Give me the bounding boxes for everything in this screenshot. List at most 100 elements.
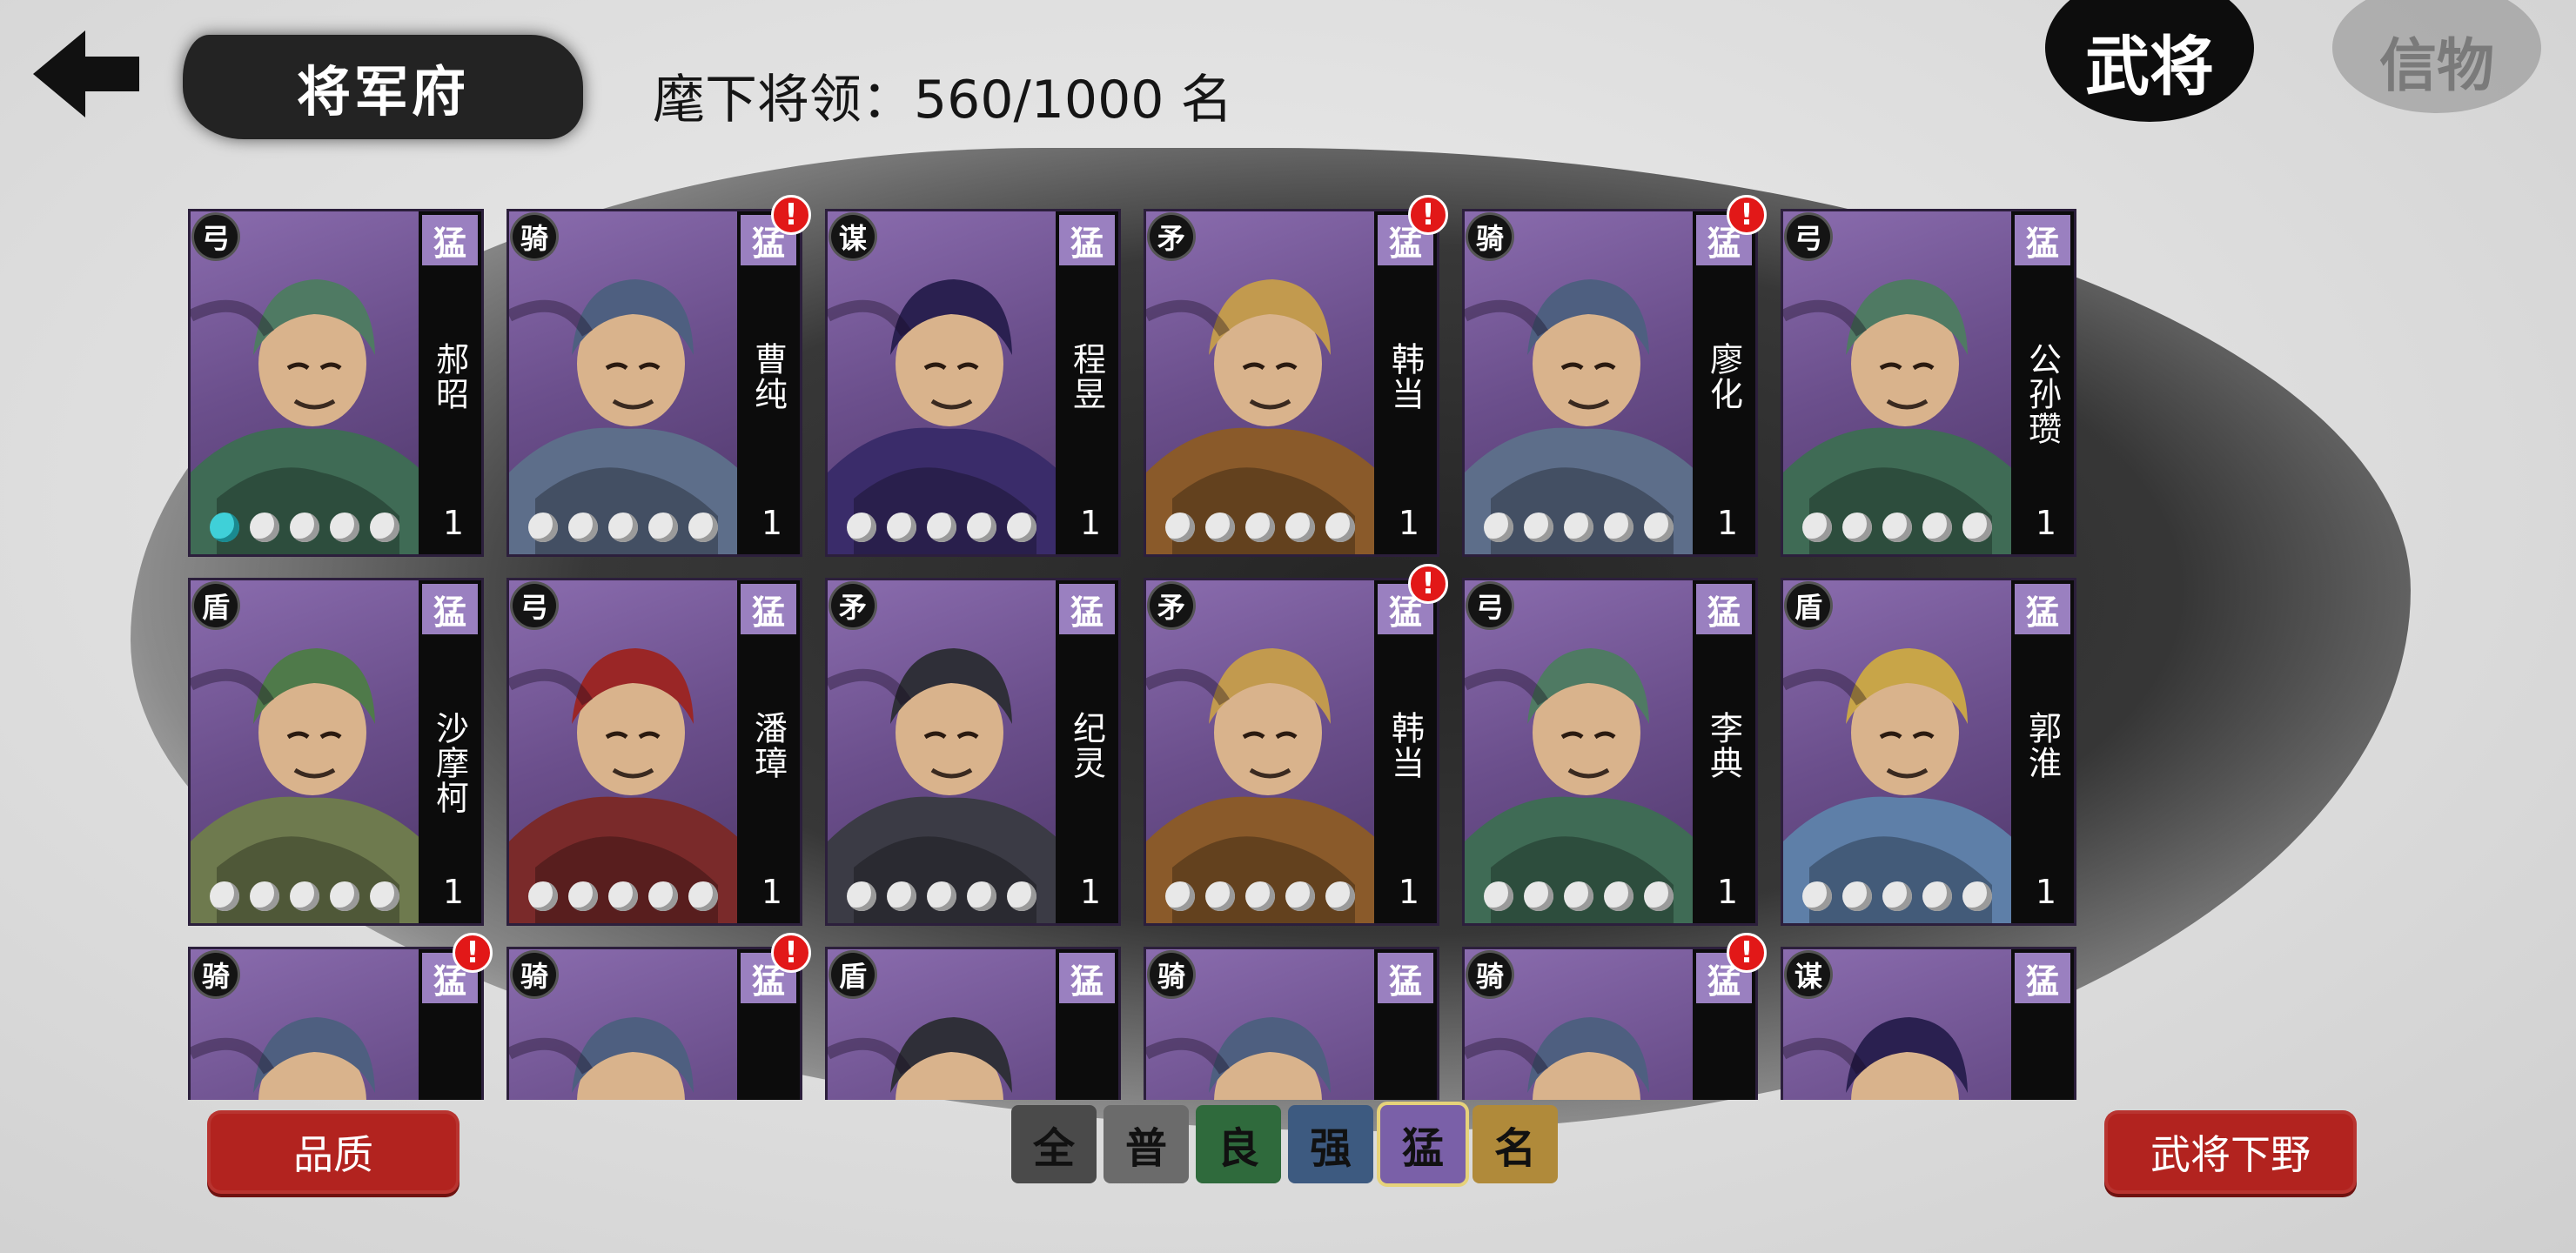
general-name: 郭淮 xyxy=(2023,711,2062,781)
general-portrait xyxy=(1146,648,1379,923)
general-card[interactable]: 猛 骑 xyxy=(1462,947,1758,1100)
general-name: 李典 xyxy=(1704,711,1743,781)
grade-filter-0[interactable]: 全 xyxy=(1011,1105,1097,1183)
general-portrait xyxy=(828,648,1061,923)
star-icon xyxy=(847,881,876,911)
tab-tokens[interactable]: 信物 xyxy=(2332,0,2541,113)
general-card[interactable]: 猛 盾 xyxy=(825,947,1121,1100)
general-card[interactable]: 猛 潘璋 1 弓 xyxy=(506,578,802,926)
star-rating xyxy=(528,513,718,542)
star-icon xyxy=(1644,881,1674,911)
back-arrow-icon[interactable] xyxy=(24,17,146,131)
star-icon xyxy=(887,881,916,911)
star-icon xyxy=(1802,881,1832,911)
dismiss-general-button-label: 武将下野 xyxy=(2150,1131,2311,1178)
star-icon xyxy=(568,881,598,911)
general-portrait xyxy=(1783,648,2016,923)
general-card[interactable]: 猛 沙摩柯 1 盾 xyxy=(188,578,484,926)
star-icon xyxy=(1165,881,1195,911)
quality-button[interactable]: 品质 xyxy=(207,1110,460,1194)
general-count-unit: 名 xyxy=(1180,70,1233,131)
star-rating xyxy=(528,881,718,911)
general-card[interactable]: 猛 韩当 1 矛 xyxy=(1144,578,1439,926)
general-card[interactable]: 猛 李典 1 弓 xyxy=(1462,578,1758,926)
tab-generals[interactable]: 武将 xyxy=(2045,0,2254,122)
star-icon xyxy=(1922,881,1952,911)
general-card[interactable]: 猛 廖化 1 骑 xyxy=(1462,209,1758,557)
star-icon xyxy=(648,513,678,542)
star-rating xyxy=(1802,881,1992,911)
star-icon xyxy=(1882,513,1912,542)
general-portrait xyxy=(509,648,742,923)
unit-type-badge: 骑 xyxy=(1468,215,1512,258)
general-card[interactable]: 猛 郭淮 1 盾 xyxy=(1781,578,2076,926)
general-card[interactable]: 猛 谋 xyxy=(1781,947,2076,1100)
general-portrait xyxy=(1146,279,1379,554)
unit-type-badge: 骑 xyxy=(513,953,556,996)
general-level: 1 xyxy=(442,504,464,542)
unit-type-badge: 弓 xyxy=(194,215,238,258)
general-portrait xyxy=(828,279,1061,554)
grade-badge: 猛 xyxy=(1059,953,1115,1003)
star-icon xyxy=(210,513,239,542)
general-card[interactable]: 猛 骑 xyxy=(1144,947,1439,1100)
grade-badge: 猛 xyxy=(422,584,478,634)
grade-filter-5[interactable]: 名 xyxy=(1472,1105,1558,1183)
unit-type-badge: 矛 xyxy=(1150,215,1193,258)
alert-badge-icon: ! xyxy=(1408,195,1448,235)
general-card[interactable]: 猛 骑 xyxy=(188,947,484,1100)
star-icon xyxy=(1484,513,1513,542)
star-icon xyxy=(1962,513,1992,542)
star-rating xyxy=(1484,881,1674,911)
general-card[interactable]: 猛 公孙瓒 1 弓 xyxy=(1781,209,2076,557)
general-card[interactable]: 猛 韩当 1 矛 xyxy=(1144,209,1439,557)
dismiss-general-button[interactable]: 武将下野 xyxy=(2104,1110,2357,1194)
page-title-plaque: 将军府 xyxy=(183,35,583,139)
star-rating xyxy=(1165,513,1355,542)
star-icon xyxy=(1524,513,1553,542)
unit-type-badge: 盾 xyxy=(194,584,238,627)
grade-filter-2[interactable]: 良 xyxy=(1196,1105,1281,1183)
general-card[interactable]: 猛 程昱 1 谋 xyxy=(825,209,1121,557)
star-icon xyxy=(370,881,399,911)
star-icon xyxy=(1245,513,1275,542)
general-portrait xyxy=(509,279,742,554)
star-icon xyxy=(1007,513,1036,542)
star-icon xyxy=(1802,513,1832,542)
star-icon xyxy=(290,881,319,911)
general-card[interactable]: 猛 骑 xyxy=(506,947,802,1100)
star-icon xyxy=(847,513,876,542)
general-name: 韩当 xyxy=(1385,342,1425,412)
general-name: 沙摩柯 xyxy=(430,711,469,815)
grade-filter-3[interactable]: 强 xyxy=(1288,1105,1373,1183)
star-icon xyxy=(1325,881,1355,911)
star-icon xyxy=(608,881,638,911)
star-icon xyxy=(1205,881,1235,911)
general-name: 廖化 xyxy=(1704,342,1743,412)
star-icon xyxy=(1644,513,1674,542)
general-card[interactable]: 猛 纪灵 1 矛 xyxy=(825,578,1121,926)
grade-badge: 猛 xyxy=(1696,584,1752,634)
grade-filter-4[interactable]: 猛 xyxy=(1380,1105,1466,1183)
general-name: 潘璋 xyxy=(748,711,788,781)
star-rating xyxy=(210,513,399,542)
grade-badge: 猛 xyxy=(2015,584,2070,634)
general-count: 麾下将领：560/1000 名 xyxy=(653,57,1233,133)
alert-badge-icon: ! xyxy=(1408,564,1448,604)
grade-badge: 猛 xyxy=(1059,584,1115,634)
grade-badge: 猛 xyxy=(741,584,796,634)
star-icon xyxy=(648,881,678,911)
star-icon xyxy=(528,881,558,911)
unit-type-badge: 谋 xyxy=(831,215,875,258)
alert-badge-icon: ! xyxy=(771,195,811,235)
general-level: 1 xyxy=(1398,504,1419,542)
grade-filter-1[interactable]: 普 xyxy=(1104,1105,1189,1183)
grade-badge: 猛 xyxy=(1059,215,1115,265)
star-icon xyxy=(330,881,359,911)
general-card[interactable]: 猛 曹纯 1 骑 xyxy=(506,209,802,557)
general-card[interactable]: 猛 郝昭 1 弓 xyxy=(188,209,484,557)
star-rating xyxy=(1484,513,1674,542)
general-level: 1 xyxy=(761,504,782,542)
unit-type-badge: 骑 xyxy=(1150,953,1193,996)
star-icon xyxy=(528,513,558,542)
